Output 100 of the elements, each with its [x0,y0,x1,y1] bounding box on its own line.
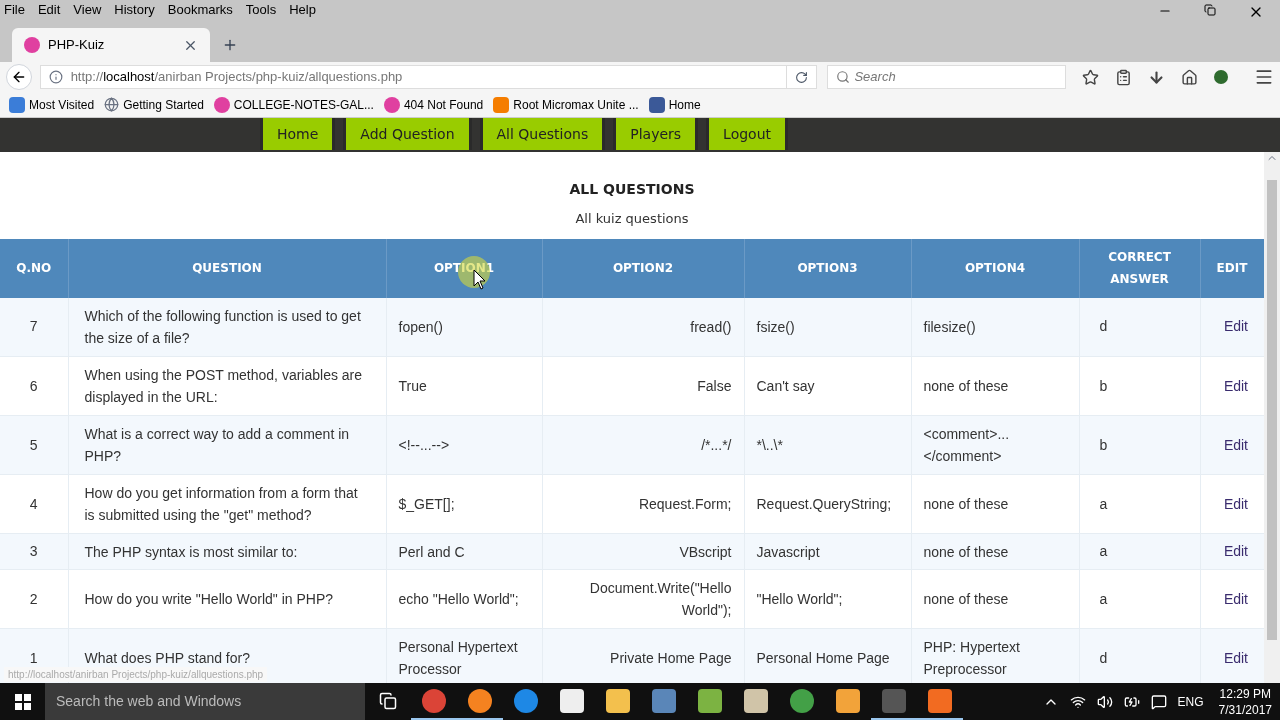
bookmark-link[interactable]: Most Visited [29,95,95,114]
reading-list-icon[interactable] [1115,68,1132,86]
download-icon[interactable] [1148,68,1165,86]
language-indicator[interactable]: ENG [1177,692,1204,711]
app-icon[interactable] [698,688,722,713]
app-icon[interactable] [836,688,860,713]
browser-tab[interactable]: PHP-Kuiz [12,28,210,62]
menu-item[interactable]: Help [289,0,316,20]
bookmark-link[interactable]: Home [668,95,701,114]
column-header: OPTION4 [911,238,1079,298]
table-cell: When using the POST method, variables are displayed in the URL: [68,356,386,416]
status-url: http://localhost/anirban Projects/php-kuiz/allquestions.php [4,667,268,682]
back-button[interactable] [6,64,32,90]
app-icon[interactable] [560,688,584,713]
table-cell: a [1079,474,1200,534]
table-cell: Request.QueryString; [744,474,911,534]
extension-icon[interactable] [1214,70,1228,84]
table-cell: a [1079,569,1200,629]
reload-icon[interactable] [795,70,809,84]
table-cell: 4 [0,474,68,534]
address-field[interactable]: http://localhost/anirban Projects/php-kuiz/allquestions.php [39,65,818,89]
table-cell: fsize() [744,297,911,357]
app-icon[interactable] [744,688,768,713]
nav-button[interactable]: Players [613,118,699,150]
table-cell: The PHP syntax is most similar to: [68,533,386,570]
table-cell: d [1079,297,1200,357]
blogger-logo-icon [493,96,510,113]
page-subtitle: All kuiz questions [575,210,689,228]
table-cell: *\..\* [744,415,911,475]
column-header: QUESTION [68,238,386,298]
new-tab-icon[interactable] [222,37,238,53]
edit-link[interactable]: Edit [1223,590,1248,607]
task-view-icon[interactable] [379,691,397,710]
w-logo-icon [213,96,230,113]
nav-button[interactable]: All Questions [479,118,606,150]
search-icon [836,70,851,84]
menu-item[interactable]: View [73,0,102,20]
app-icon[interactable] [928,688,952,713]
globe-icon [104,97,120,112]
bookmark-link[interactable]: 404 Not Found [403,95,484,114]
menu-item[interactable]: Bookmarks [167,0,233,20]
column-header: OPTION2 [542,238,744,298]
table-cell: /*...*/ [542,415,744,475]
menu-icon[interactable] [1254,67,1274,87]
table-cell: Request.Form; [542,474,744,534]
table-cell: False [542,356,744,416]
w-logo-icon [24,37,40,53]
menu-item[interactable]: History [114,0,155,20]
table-cell: filesize() [911,297,1079,357]
menu-item[interactable]: File [4,0,25,20]
table-cell: "Hello World"; [744,569,911,629]
table-cell: <!--...--> [386,415,542,475]
restore-icon[interactable] [1204,4,1216,16]
table-cell: echo "Hello World"; [386,569,542,629]
volume-icon[interactable] [1096,693,1113,710]
notifications-icon[interactable] [1150,693,1167,710]
table-cell: fopen() [386,297,542,357]
table-cell: $_GET[]; [386,474,542,534]
edit-link[interactable]: Edit [1223,495,1248,512]
menu-item[interactable]: Edit [37,0,61,20]
edit-link[interactable]: Edit [1223,318,1248,335]
nav-button[interactable]: Add Question [343,118,472,150]
table-cell: Can't say [744,356,911,416]
info-icon [48,70,63,84]
table-cell: How do you write "Hello World" in PHP? [68,569,386,629]
taskbar-search-field[interactable]: Search the web and Windows [45,683,365,720]
url-text: http://localhost/anirban Projects/php-kuiz/allquestions.php [70,68,404,87]
page-title: ALL QUESTIONS [569,180,695,199]
app-icon[interactable] [606,688,630,713]
table-cell: none of these [911,569,1079,629]
home-icon[interactable] [1181,68,1198,86]
edit-link[interactable]: Edit [1223,377,1248,394]
edit-link[interactable]: Edit [1223,436,1248,453]
column-header: OPTION3 [744,238,911,298]
table-cell: a [1079,533,1200,570]
column-header: CORRECT ANSWER [1079,238,1200,298]
table-cell: Document.Write("Hello World"); [542,569,744,629]
clock[interactable]: 12:29 PM 7/31/2017 [1218,685,1272,718]
nav-button[interactable]: Home [260,118,336,150]
search-placeholder: Search [854,68,896,87]
app-icon[interactable] [468,688,492,713]
app-icon[interactable] [790,688,814,713]
bookmark-star-icon[interactable] [1082,68,1099,86]
bookmarks-folder-icon [9,96,25,113]
menu-item[interactable]: Tools [245,0,277,20]
table-cell: b [1079,356,1200,416]
table-cell: none of these [911,474,1079,534]
table-cell: Perl and C [386,533,542,570]
scrollbar[interactable] [1264,152,1280,683]
table-cell: Which of the following function is used to get the size of a file? [68,297,386,357]
search-field[interactable]: Search [827,65,1066,89]
bookmark-link[interactable]: COLLEGE-NOTES-GAL... [233,95,374,114]
nav-button[interactable]: Logout [706,118,789,150]
edit-link[interactable]: Edit [1223,649,1248,666]
windows-logo-icon[interactable] [14,693,31,710]
table-cell: 5 [0,415,68,475]
edit-link[interactable]: Edit [1223,543,1248,559]
bookmark-link[interactable]: Root Micromax Unite ... [513,95,639,114]
table-cell: 3 [0,533,68,570]
bookmark-link[interactable]: Getting Started [123,95,204,114]
